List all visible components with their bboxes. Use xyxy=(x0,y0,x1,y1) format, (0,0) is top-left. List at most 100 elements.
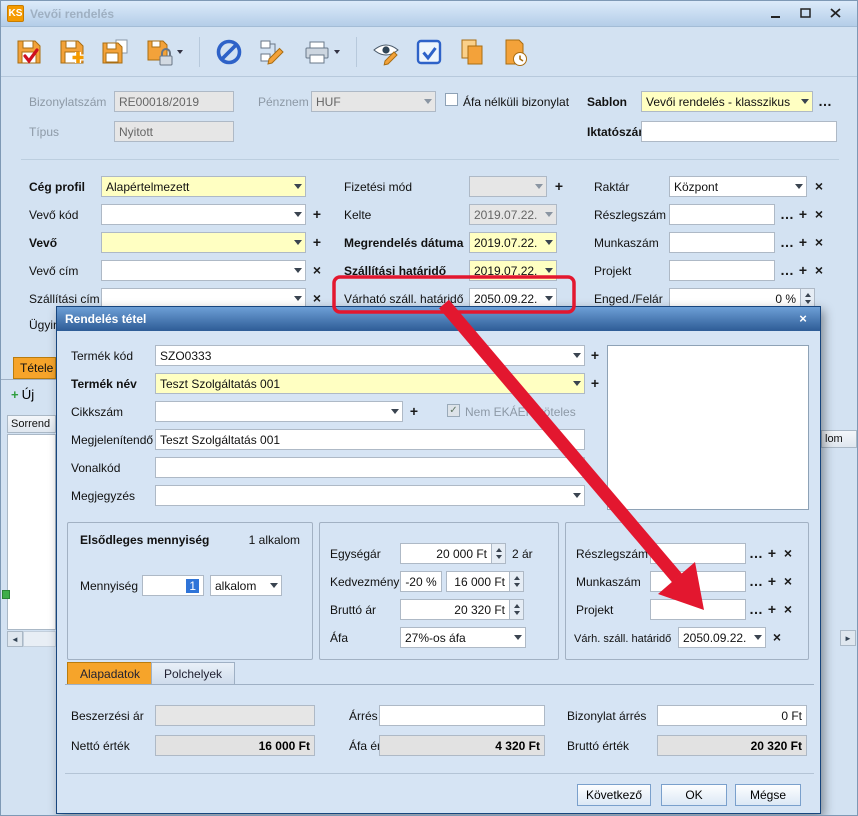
fizetesi-mod-combo[interactable] xyxy=(469,176,547,197)
save-new-button[interactable] xyxy=(54,32,90,72)
hscroll-left-button[interactable]: ◄ xyxy=(7,631,23,647)
dlg-munkaszam-field[interactable] xyxy=(650,571,746,592)
termek-nev-add-button[interactable]: + xyxy=(587,373,603,394)
cancel-document-button[interactable] xyxy=(211,32,247,72)
grid-header-sorrend[interactable]: Sorrend xyxy=(7,415,56,433)
reszlegszam-add-button[interactable]: + xyxy=(795,204,811,225)
vonalkod-field[interactable] xyxy=(155,457,585,478)
munkaszam-add-button[interactable]: + xyxy=(795,232,811,253)
dropdown-button[interactable] xyxy=(570,374,584,393)
print-button[interactable] xyxy=(297,32,345,72)
dropdown-button[interactable] xyxy=(511,628,525,647)
projekt-field[interactable] xyxy=(669,260,775,281)
vevo-kod-add-button[interactable]: + xyxy=(309,204,325,225)
egysegar-field[interactable]: 20 000 Ft xyxy=(400,543,492,564)
afa-nelkuli-checkbox[interactable] xyxy=(445,93,458,106)
munkaszam-clear-button[interactable]: × xyxy=(811,232,827,253)
megjelenitendo-field[interactable]: Teszt Szolgáltatás 001 xyxy=(155,429,585,450)
hscroll-right-button[interactable]: ► xyxy=(840,630,856,646)
items-grid-fragment[interactable] xyxy=(7,434,56,630)
dropdown-button[interactable] xyxy=(751,628,765,647)
view-edit-button[interactable] xyxy=(368,32,404,72)
close-button[interactable] xyxy=(827,6,845,22)
vevo-cim-combo[interactable] xyxy=(101,260,306,281)
dropdown-button[interactable] xyxy=(570,346,584,365)
reszlegszam-more-button[interactable]: … xyxy=(779,204,795,225)
dropdown-button[interactable] xyxy=(532,177,546,196)
document-history-button[interactable] xyxy=(497,32,533,72)
bizonylat-arres-field[interactable]: 0 Ft xyxy=(657,705,807,726)
munkaszam-field[interactable] xyxy=(669,232,775,253)
dlg-projekt-add-button[interactable]: + xyxy=(764,599,780,620)
save-lock-button[interactable] xyxy=(140,32,188,72)
fizetesi-mod-add-button[interactable]: + xyxy=(551,176,567,197)
termek-kod-add-button[interactable]: + xyxy=(587,345,603,366)
kedvezmeny-spinner[interactable] xyxy=(510,571,524,592)
dropdown-button[interactable] xyxy=(421,92,435,111)
penznem-combo[interactable]: HUF xyxy=(311,91,436,112)
cancel-dialog-button[interactable]: Mégse xyxy=(735,784,801,806)
sablon-more-button[interactable]: … xyxy=(817,91,833,112)
afa-combo[interactable]: 27%-os áfa xyxy=(400,627,526,648)
megjegyzes-field[interactable] xyxy=(155,485,585,506)
projekt-add-button[interactable]: + xyxy=(795,260,811,281)
tab-polchelyek[interactable]: Polchelyek xyxy=(151,662,236,685)
ok-button[interactable]: OK xyxy=(661,784,727,806)
save-copy-button[interactable] xyxy=(97,32,133,72)
save-button[interactable] xyxy=(11,32,47,72)
raktar-clear-button[interactable]: × xyxy=(811,176,827,197)
dlg-munkaszam-more-button[interactable]: … xyxy=(748,571,764,592)
copy-document-button[interactable] xyxy=(454,32,490,72)
sablon-combo[interactable]: Vevői rendelés - klasszikus xyxy=(641,91,813,112)
vevo-kod-combo[interactable] xyxy=(101,204,306,225)
dropdown-button[interactable] xyxy=(291,205,305,224)
varh-szall-clear-button[interactable]: × xyxy=(769,627,785,648)
dropdown-button[interactable] xyxy=(291,177,305,196)
varh-szall-field[interactable]: 2050.09.22. xyxy=(678,627,766,648)
kedvezmeny-field[interactable]: 16 000 Ft xyxy=(446,571,510,592)
dlg-reszlegszam-clear-button[interactable]: × xyxy=(780,543,796,564)
hscroll-track[interactable] xyxy=(23,631,56,647)
reszlegszam-field[interactable] xyxy=(669,204,775,225)
select-button[interactable] xyxy=(411,32,447,72)
iktatoszam-field[interactable] xyxy=(641,121,837,142)
tab-tetelek[interactable]: Tétele xyxy=(13,357,56,379)
dropdown-button[interactable] xyxy=(542,261,556,280)
unit-combo[interactable]: alkalom xyxy=(210,575,282,596)
tab-alapadatok[interactable]: Alapadatok xyxy=(67,662,154,685)
cikkszam-combo[interactable] xyxy=(155,401,403,422)
brutto-ar-field[interactable]: 20 320 Ft xyxy=(400,599,510,620)
dropdown-button[interactable] xyxy=(291,261,305,280)
dlg-projekt-field[interactable] xyxy=(650,599,746,620)
brutto-ar-spinner[interactable] xyxy=(510,599,524,620)
minimize-button[interactable] xyxy=(767,6,785,22)
dialog-close-button[interactable]: × xyxy=(794,311,812,327)
dlg-projekt-clear-button[interactable]: × xyxy=(780,599,796,620)
ceg-profil-combo[interactable]: Alapértelmezett xyxy=(101,176,306,197)
mennyiseg-input[interactable]: 1 xyxy=(142,575,204,596)
termek-nev-combo[interactable]: Teszt Szolgáltatás 001 xyxy=(155,373,585,394)
dlg-reszlegszam-more-button[interactable]: … xyxy=(748,543,764,564)
dlg-projekt-more-button[interactable]: … xyxy=(748,599,764,620)
dlg-reszlegszam-field[interactable] xyxy=(650,543,746,564)
dropdown-button[interactable] xyxy=(798,92,812,111)
dlg-munkaszam-add-button[interactable]: + xyxy=(764,571,780,592)
transfer-button[interactable] xyxy=(254,32,290,72)
arres-field[interactable] xyxy=(379,705,545,726)
dlg-munkaszam-clear-button[interactable]: × xyxy=(780,571,796,592)
next-button[interactable]: Következő xyxy=(577,784,651,806)
cikkszam-add-button[interactable]: + xyxy=(406,401,422,422)
dropdown-button[interactable] xyxy=(542,233,556,252)
dropdown-button[interactable] xyxy=(267,576,281,595)
vevo-combo[interactable] xyxy=(101,232,306,253)
munkaszam-more-button[interactable]: … xyxy=(779,232,795,253)
szallitasi-hatarido-field[interactable]: 2019.07.22. xyxy=(469,260,557,281)
vevo-cim-clear-button[interactable]: × xyxy=(309,260,325,281)
vevo-add-button[interactable]: + xyxy=(309,232,325,253)
maximize-button[interactable] xyxy=(797,6,815,22)
projekt-more-button[interactable]: … xyxy=(779,260,795,281)
termek-kod-combo[interactable]: SZO0333 xyxy=(155,345,585,366)
dropdown-button[interactable] xyxy=(291,233,305,252)
egysegar-spinner[interactable] xyxy=(492,543,506,564)
kedvezmeny-pct-field[interactable]: -20 % xyxy=(400,571,442,592)
